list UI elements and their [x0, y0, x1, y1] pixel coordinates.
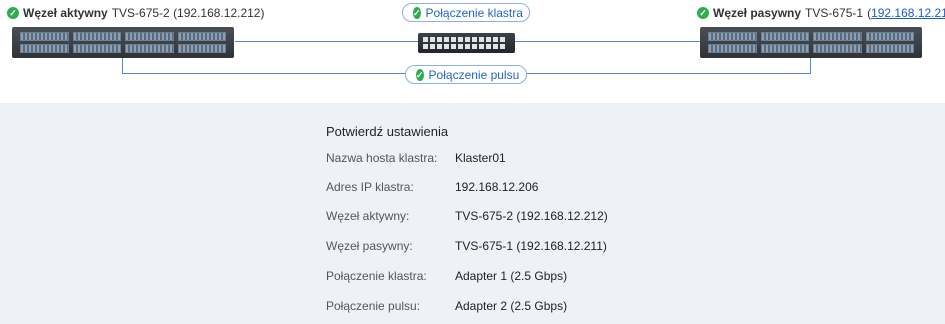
active-nas-server-icon [12, 27, 234, 58]
passive-nas-server-icon [700, 27, 922, 58]
passive-node-role: Węzeł pasywny [713, 6, 802, 20]
passive-node-device: TVS-675-1 [805, 6, 864, 20]
check-icon: ✓ [697, 7, 709, 19]
settings-title: Potwierdź ustawienia [326, 124, 449, 139]
settings-row-value: Klaster01 [455, 151, 506, 165]
check-icon: ✓ [413, 6, 421, 19]
settings-row-label: Węzeł aktywny: [326, 209, 410, 223]
passive-node-ip-link[interactable]: 192.168.12.211 [871, 6, 945, 20]
cluster-connection-label: Połączenie klastra [425, 5, 523, 20]
check-icon: ✓ [416, 68, 424, 81]
network-switch-icon [418, 33, 515, 53]
heartbeat-connection-label: Połączenie pulsu [428, 67, 520, 82]
active-node-device: TVS-675-2 (192.168.12.212) [111, 6, 265, 20]
settings-row-value: Adapter 2 (2.5 Gbps) [455, 299, 568, 313]
cluster-link-line-left [235, 41, 418, 42]
settings-row-value: TVS-675-1 (192.168.12.211) [455, 239, 607, 253]
settings-row-label: Nazwa hosta klastra: [326, 151, 438, 165]
settings-row-label: Połączenie pulsu: [326, 299, 421, 313]
cluster-connection-badge: ✓ Połączenie klastra [402, 3, 530, 22]
passive-node-label: ✓ Węzeł pasywny TVS-675-1 (192.168.12.21… [697, 6, 945, 20]
settings-row-value: Adapter 1 (2.5 Gbps) [455, 269, 568, 283]
heartbeat-connection-badge: ✓ Połączenie pulsu [405, 65, 527, 84]
cluster-link-line-right [515, 41, 700, 42]
heartbeat-line-left [122, 58, 123, 74]
heartbeat-line-right [810, 58, 811, 74]
settings-row-value: TVS-675-2 (192.168.12.212) [455, 209, 608, 223]
settings-row-value: 192.168.12.206 [455, 180, 539, 194]
settings-row-label: Węzeł pasywny: [326, 239, 413, 253]
check-icon: ✓ [7, 7, 19, 19]
cluster-topology: ✓ Węzeł aktywny TVS-675-2 (192.168.12.21… [0, 0, 945, 103]
active-node-role: Węzeł aktywny [23, 6, 108, 20]
active-node-label: ✓ Węzeł aktywny TVS-675-2 (192.168.12.21… [7, 6, 264, 20]
settings-row-label: Połączenie klastra: [326, 269, 427, 283]
settings-row-label: Adres IP klastra: [326, 180, 414, 194]
